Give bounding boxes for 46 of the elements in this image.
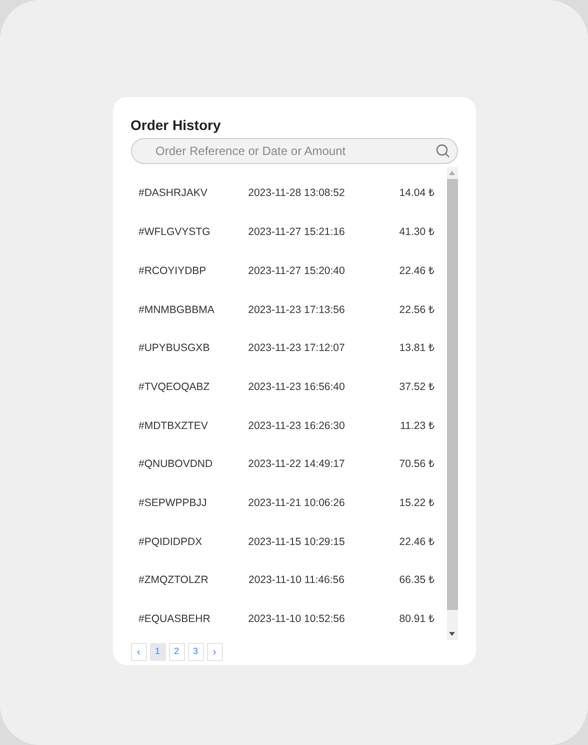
page-button[interactable]: 1 (150, 643, 166, 661)
card-title: Order History (130, 116, 222, 132)
order-reference: #TVQEOQABZ (138, 380, 211, 395)
order-reference: #ZMQZTOLZR (138, 573, 210, 588)
order-reference: #QNUBOVDND (138, 457, 214, 472)
order-reference: #PQIDIDPDX (138, 534, 204, 550)
order-amount: 66.35 ₺ (398, 573, 434, 588)
order-amount: 11.23 ₺ (399, 418, 434, 434)
order-date: 2023-11-15 10:29:15 (247, 534, 346, 550)
order-date: 2023-11-23 17:13:56 (247, 302, 346, 318)
order-date: 2023-11-21 10:06:26 (247, 496, 346, 511)
order-reference: #MDTBXZTEV (138, 418, 209, 434)
previous-page-button[interactable]: ‹ (130, 643, 146, 661)
order-date: 2023-11-27 15:20:40 (247, 264, 346, 279)
order-amount: 41.30 ₺ (398, 225, 434, 240)
order-amount: 22.56 ₺ (398, 302, 434, 318)
order-reference: #RCOYIYDBP (138, 264, 208, 279)
order-reference: #DASHRJAKV (138, 186, 208, 202)
page-button[interactable]: 2 (168, 643, 184, 661)
order-date: 2023-11-23 17:12:07 (247, 341, 346, 356)
order-date: 2023-11-28 13:08:52 (247, 186, 346, 202)
order-reference: #WFLGVYSTG (138, 225, 212, 240)
order-amount: 80.91 ₺ (398, 612, 434, 628)
order-date: 2023-11-10 11:46:56 (248, 573, 346, 588)
order-amount: 13.81 ₺ (398, 341, 434, 356)
order-reference: #MNMBGBBMA (138, 302, 216, 318)
order-amount: 14.04 ₺ (398, 186, 434, 202)
page-button[interactable]: 3 (188, 643, 204, 661)
order-date: 2023-11-22 14:49:17 (247, 457, 346, 472)
order-amount: 70.56 ₺ (398, 457, 434, 472)
order-date: 2023-11-23 16:26:30 (247, 418, 346, 434)
scroll-down-icon[interactable] (449, 632, 455, 636)
order-date: 2023-11-10 10:52:56 (247, 612, 346, 628)
search-field[interactable]: Order Reference or Date or Amount (130, 138, 458, 164)
scroll-up-icon[interactable] (449, 171, 455, 175)
search-icon[interactable] (436, 144, 450, 158)
order-reference: #SEPWPPBJJ (138, 496, 208, 511)
order-amount: 22.46 ₺ (398, 534, 434, 550)
order-amount: 37.52 ₺ (398, 380, 434, 395)
order-date: 2023-11-27 15:21:16 (247, 225, 346, 240)
order-reference: #EQUASBEHR (138, 612, 212, 628)
order-date: 2023-11-23 16:56:40 (247, 380, 346, 395)
next-page-button[interactable]: › (206, 643, 222, 661)
order-reference: #UPYBUSGXB (138, 341, 211, 356)
order-amount: 15.22 ₺ (398, 496, 434, 511)
order-amount: 22.46 ₺ (398, 264, 434, 279)
